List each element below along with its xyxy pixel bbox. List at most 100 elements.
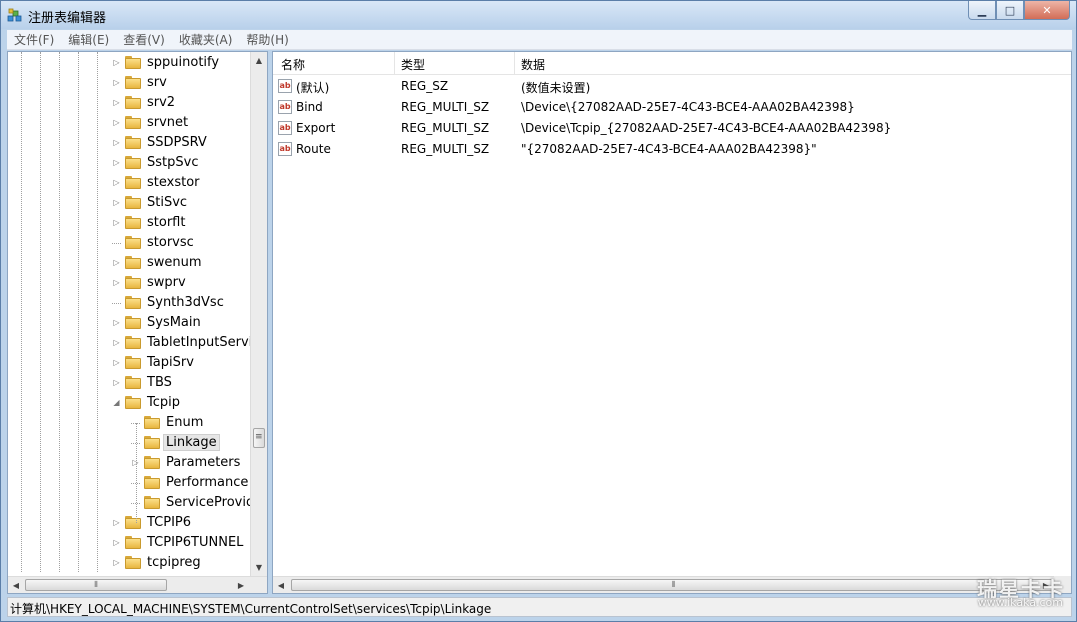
scroll-down-icon[interactable]: ▼ bbox=[251, 559, 267, 576]
tree-item[interactable]: ▷ srv bbox=[8, 73, 251, 93]
tree-item[interactable]: ▷ TCPIP6TUNNEL bbox=[8, 533, 251, 553]
collapsed-arrow-icon[interactable]: ▷ bbox=[112, 218, 121, 227]
tree-item[interactable]: ▷ SysMain bbox=[8, 313, 251, 333]
column-header-data[interactable]: 数据 bbox=[521, 56, 545, 73]
tree-item-label: Tcpip bbox=[147, 395, 180, 410]
tree-item[interactable]: storvsc bbox=[8, 233, 251, 253]
column-header-type[interactable]: 类型 bbox=[401, 56, 425, 73]
scroll-up-icon[interactable]: ▲ bbox=[251, 52, 267, 69]
tree-item[interactable]: ◢ Tcpip bbox=[8, 393, 251, 413]
tree-item[interactable]: Linkage bbox=[8, 433, 251, 453]
values-hscroll-thumb[interactable]: ⦀ bbox=[291, 579, 1056, 591]
collapsed-arrow-icon[interactable]: ▷ bbox=[112, 518, 121, 527]
tree-item[interactable]: ▷ sppuinotify bbox=[8, 53, 251, 73]
tree-item-label: storvsc bbox=[147, 235, 194, 250]
key-tree-pane: ▷ sppuinotify ▷ srv ▷ srv2 ▷ srvnet ▷ SSDPSRV ▷ Sst… bbox=[7, 51, 268, 594]
value-type: REG_MULTI_SZ bbox=[401, 100, 490, 114]
collapsed-arrow-icon[interactable]: ▷ bbox=[112, 58, 121, 67]
tree-hscroll-thumb[interactable]: ⦀ bbox=[25, 579, 167, 591]
tree-item[interactable]: ▷ TCPIP6 bbox=[8, 513, 251, 533]
tree-item[interactable]: ▷ SstpSvc bbox=[8, 153, 251, 173]
folder-icon bbox=[125, 176, 141, 189]
tree-item-label: Performance bbox=[166, 475, 249, 490]
collapsed-arrow-icon[interactable]: ▷ bbox=[112, 198, 121, 207]
collapsed-arrow-icon[interactable]: ▷ bbox=[112, 538, 121, 547]
value-row[interactable]: ab Route REG_MULTI_SZ "{27082AAD-25E7-4C43-… bbox=[273, 139, 1071, 160]
tree-item[interactable]: ▷ storflt bbox=[8, 213, 251, 233]
tree-item[interactable]: ▷ srvnet bbox=[8, 113, 251, 133]
tree-item[interactable]: ▷ stexstor bbox=[8, 173, 251, 193]
collapsed-arrow-icon[interactable]: ▷ bbox=[112, 338, 121, 347]
column-divider[interactable] bbox=[394, 52, 395, 74]
tree-vscroll-thumb[interactable]: ≡ bbox=[253, 428, 265, 448]
tree-item[interactable]: ServiceProvider bbox=[8, 493, 251, 513]
tree-horizontal-scrollbar[interactable]: ◀ ⦀ ▶ bbox=[8, 576, 267, 593]
tree-item[interactable]: ▷ TBS bbox=[8, 373, 251, 393]
tree-item[interactable]: ▷ TapiSrv bbox=[8, 353, 251, 373]
tree-item[interactable]: ▷ SSDPSRV bbox=[8, 133, 251, 153]
tree-item[interactable]: Synth3dVsc bbox=[8, 293, 251, 313]
collapsed-arrow-icon[interactable]: ▷ bbox=[112, 98, 121, 107]
title-bar[interactable]: 注册表编辑器 ▁ □ ✕ bbox=[1, 1, 1076, 29]
expanded-arrow-icon[interactable]: ◢ bbox=[112, 398, 121, 407]
tree-item[interactable]: ▷ tcpipreg bbox=[8, 553, 251, 573]
collapsed-arrow-icon[interactable]: ▷ bbox=[112, 118, 121, 127]
status-path: 计算机\HKEY_LOCAL_MACHINE\SYSTEM\CurrentCon… bbox=[10, 602, 492, 616]
scroll-left-icon[interactable]: ◀ bbox=[273, 577, 289, 593]
column-divider[interactable] bbox=[514, 52, 515, 74]
tree-item-label: TapiSrv bbox=[147, 355, 194, 370]
value-data: \Device\Tcpip_{27082AAD-25E7-4C43-BCE4-A… bbox=[521, 121, 892, 135]
value-type: REG_SZ bbox=[401, 79, 449, 93]
menu-favorites[interactable]: 收藏夹(A) bbox=[172, 31, 240, 48]
scroll-left-icon[interactable]: ◀ bbox=[8, 577, 24, 593]
tree-item[interactable]: ▷ swenum bbox=[8, 253, 251, 273]
folder-icon bbox=[144, 476, 160, 489]
collapsed-arrow-icon[interactable]: ▷ bbox=[112, 558, 121, 567]
tree-item[interactable]: Enum bbox=[8, 413, 251, 433]
tree-vertical-scrollbar[interactable]: ▲ ≡ ▼ bbox=[250, 52, 267, 576]
tree-item[interactable]: ▷ srv2 bbox=[8, 93, 251, 113]
folder-icon bbox=[125, 376, 141, 389]
tree-item[interactable]: ▷ Parameters bbox=[8, 453, 251, 473]
collapsed-arrow-icon[interactable]: ▷ bbox=[112, 178, 121, 187]
collapsed-arrow-icon[interactable]: ▷ bbox=[112, 318, 121, 327]
tree-item[interactable]: ▷ TabletInputService bbox=[8, 333, 251, 353]
values-horizontal-scrollbar[interactable]: ◀ ⦀ ▶ bbox=[273, 576, 1056, 593]
menu-view[interactable]: 查看(V) bbox=[116, 31, 172, 48]
menu-edit[interactable]: 编辑(E) bbox=[61, 31, 116, 48]
folder-icon bbox=[125, 316, 141, 329]
folder-icon bbox=[125, 396, 141, 409]
tree-item-label-selected: Linkage bbox=[163, 434, 220, 451]
tree-item[interactable]: ▷ swprv bbox=[8, 273, 251, 293]
status-bar: 计算机\HKEY_LOCAL_MACHINE\SYSTEM\CurrentCon… bbox=[7, 597, 1072, 617]
collapsed-arrow-icon[interactable]: ▷ bbox=[112, 78, 121, 87]
collapsed-arrow-icon[interactable]: ▷ bbox=[112, 278, 121, 287]
collapsed-arrow-icon[interactable]: ▷ bbox=[112, 138, 121, 147]
tree-item[interactable]: Performance bbox=[8, 473, 251, 493]
watermark-url: www.ikaka.com bbox=[977, 596, 1063, 609]
close-button[interactable]: ✕ bbox=[1024, 1, 1070, 20]
maximize-button[interactable]: □ bbox=[996, 1, 1024, 20]
folder-icon bbox=[125, 296, 141, 309]
value-row[interactable]: ab (默认) REG_SZ (数值未设置) bbox=[273, 76, 1071, 97]
collapsed-arrow-icon[interactable]: ▷ bbox=[112, 378, 121, 387]
collapsed-arrow-icon[interactable]: ▷ bbox=[112, 158, 121, 167]
menu-file[interactable]: 文件(F) bbox=[7, 31, 61, 48]
collapsed-arrow-icon[interactable]: ▷ bbox=[112, 358, 121, 367]
collapsed-arrow-icon[interactable]: ▷ bbox=[112, 258, 121, 267]
folder-icon bbox=[125, 516, 141, 529]
tree-item-label: TBS bbox=[147, 375, 172, 390]
grip-icon: ≡ bbox=[255, 432, 263, 442]
scroll-right-icon[interactable]: ▶ bbox=[233, 577, 249, 593]
tree-guide-line bbox=[136, 423, 137, 523]
folder-icon bbox=[125, 236, 141, 249]
column-header-name[interactable]: 名称 bbox=[281, 56, 305, 73]
value-data: \Device\{27082AAD-25E7-4C43-BCE4-AAA02BA… bbox=[521, 100, 855, 114]
menu-help[interactable]: 帮助(H) bbox=[239, 31, 295, 48]
minimize-button[interactable]: ▁ bbox=[968, 1, 996, 20]
value-row[interactable]: ab Export REG_MULTI_SZ \Device\Tcpip_{27082… bbox=[273, 118, 1071, 139]
window-controls: ▁ □ ✕ bbox=[968, 1, 1070, 20]
tree-item[interactable]: ▷ StiSvc bbox=[8, 193, 251, 213]
folder-icon bbox=[125, 536, 141, 549]
value-row[interactable]: ab Bind REG_MULTI_SZ \Device\{27082AAD-25E7… bbox=[273, 97, 1071, 118]
